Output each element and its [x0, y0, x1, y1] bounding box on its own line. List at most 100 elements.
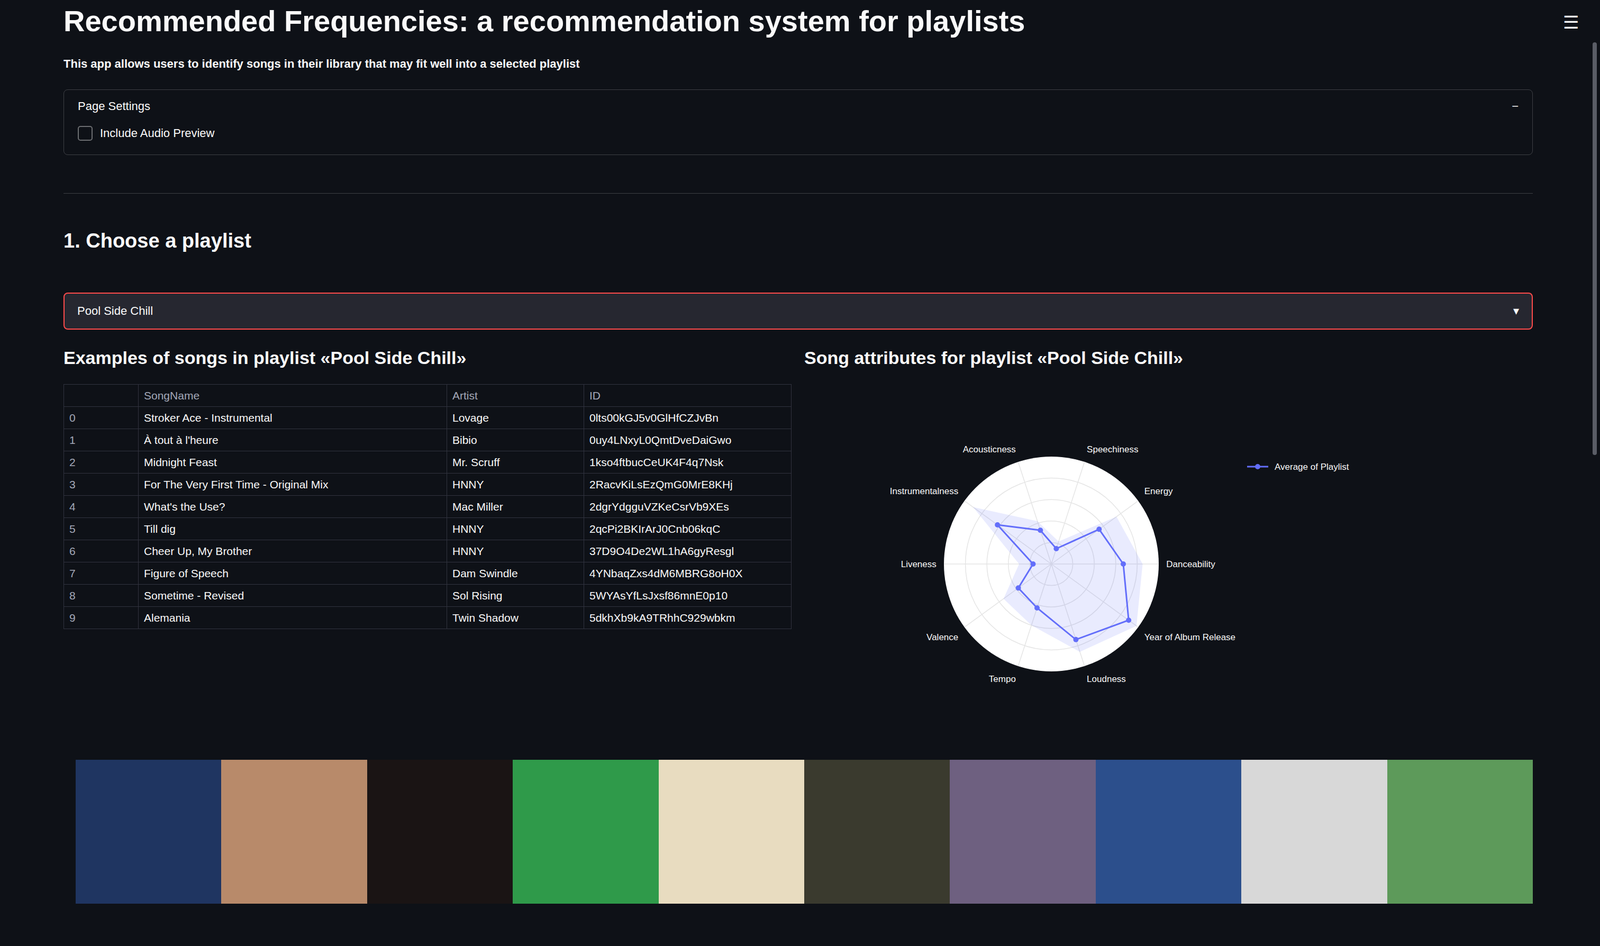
table-cell: Dam Swindle	[447, 562, 585, 585]
scrollbar[interactable]	[1592, 42, 1597, 456]
axis-label: Tempo	[988, 674, 1016, 685]
table-row[interactable]: 9AlemaniaTwin Shadow5dkhXb9kA9TRhhC929wb…	[64, 606, 792, 630]
radar-chart: Acousticness Speechiness Energy Danceabilit…	[804, 373, 1533, 744]
series-point[interactable]	[1125, 617, 1132, 624]
legend-item[interactable]: Average of Playlist	[1247, 461, 1350, 472]
table-cell: 37D9O4De2WL1hA6gyResgl	[584, 540, 792, 563]
table-cell: 8	[64, 584, 139, 607]
legend-marker-icon	[1255, 464, 1261, 470]
axis-label: Instrumentalness	[889, 486, 959, 497]
axis-label: Energy	[1144, 486, 1174, 497]
checkbox-label: Include Audio Preview	[100, 126, 215, 141]
table-cell: 0	[64, 406, 139, 430]
album-cover	[367, 759, 513, 904]
column-header[interactable]: SongName	[138, 384, 448, 407]
series-point[interactable]	[1030, 561, 1036, 567]
album-cover	[949, 759, 1096, 904]
table-cell: 2qcPi2BKIrArJ0Cnb06kqC	[584, 517, 792, 541]
series-point[interactable]	[1034, 605, 1040, 611]
table-column: Examples of songs in playlist «Pool Side…	[63, 347, 792, 744]
audio-preview-checkbox[interactable]: Include Audio Preview	[77, 125, 1519, 141]
menu-button[interactable]: ☰	[1562, 11, 1579, 33]
axis-label: Speechiness	[1086, 444, 1139, 456]
table-row[interactable]: 2Midnight FeastMr. Scruff1kso4ftbucCeUK4…	[64, 451, 792, 474]
page: ☰ Recommended Frequencies: a recommendati…	[0, 0, 1600, 946]
spread-area	[973, 507, 1143, 652]
table-cell: 0lts00kGJ5v0GlHfCZJvBn	[584, 406, 792, 430]
app-subtitle: This app allows users to identify songs …	[63, 56, 1533, 72]
chart-heading: Song attributes for playlist «Pool Side …	[804, 347, 1533, 369]
table-cell: 4	[64, 495, 139, 518]
series-point[interactable]	[1120, 561, 1126, 567]
axis-label: Loudness	[1086, 674, 1126, 685]
table-cell: 2RacvKiLsEzQmG0MrE8KHj	[584, 473, 792, 496]
legend-label: Average of Playlist	[1274, 461, 1350, 472]
table-cell: 5WYAsYfLsJxsf86mnE0p10	[584, 584, 792, 607]
column-header[interactable]: ID	[584, 384, 792, 407]
series-point[interactable]	[994, 522, 1000, 528]
table-row[interactable]: 4What's the Use?Mac Miller2dgrYdgguVZKeC…	[64, 495, 792, 518]
table-cell: Figure of Speech	[138, 562, 448, 585]
series-point[interactable]	[1053, 546, 1059, 552]
table-cell: À tout à l'heure	[138, 429, 448, 452]
table-cell: 4YNbaqZxs4dM6MBRG8oH0X	[584, 562, 792, 585]
app-title: Recommended Frequencies: a recommendatio…	[63, 2, 1533, 41]
series	[994, 522, 1132, 643]
table-row[interactable]: 5Till digHNNY2qcPi2BKIrArJ0Cnb06kqC	[64, 517, 792, 541]
table-cell: Mac Miller	[447, 495, 585, 518]
table-cell: 5dkhXb9kA9TRhhC929wbkm	[584, 606, 792, 630]
songs-table: SongNameArtistID0Stroker Ace - Instrumen…	[63, 384, 792, 630]
columns: Examples of songs in playlist «Pool Side…	[63, 347, 1533, 744]
album-cover	[1095, 759, 1242, 904]
select-arrow: ▾	[1513, 304, 1520, 318]
table-row[interactable]: 6Cheer Up, My BrotherHNNY37D9O4De2WL1hA6…	[64, 540, 792, 563]
table-row[interactable]: 7Figure of SpeechDam Swindle4YNbaqZxs4dM…	[64, 562, 792, 585]
polar-area	[943, 456, 1159, 672]
table-cell: Sometime - Revised	[138, 584, 448, 607]
expander-label: Page Settings	[77, 99, 151, 114]
series-point[interactable]	[1015, 585, 1022, 592]
album-cover	[75, 759, 222, 904]
table-cell: 1	[64, 429, 139, 452]
album-covers	[75, 759, 1533, 904]
table-cell: 2dgrYdgguVZKeCsrVb9XEs	[584, 495, 792, 518]
series-point[interactable]	[1073, 637, 1079, 643]
table-cell: HNNY	[447, 473, 585, 496]
table-row[interactable]: 1À tout à l'heureBibio0uy4LNxyL0QmtDveDa…	[64, 429, 792, 452]
table-cell: Bibio	[447, 429, 585, 452]
axis-label: Liveness	[901, 559, 937, 570]
table-cell: Mr. Scruff	[447, 451, 585, 474]
table-cell: For The Very First Time - Original Mix	[138, 473, 448, 496]
expander-header[interactable]: Page Settings −	[77, 99, 1519, 114]
table-cell: Alemania	[138, 606, 448, 630]
table-cell: Midnight Feast	[138, 451, 448, 474]
album-cover	[1241, 759, 1387, 904]
table-cell: 9	[64, 606, 139, 630]
table-heading: Examples of songs in playlist «Pool Side…	[63, 347, 792, 369]
axis-label: Acousticness	[962, 444, 1016, 456]
table-cell: 7	[64, 562, 139, 585]
table-cell: 5	[64, 517, 139, 541]
table-cell: HNNY	[447, 517, 585, 541]
series-point[interactable]	[1096, 526, 1102, 533]
table-row[interactable]: 3For The Very First Time - Original MixH…	[64, 473, 792, 496]
series-point[interactable]	[1037, 528, 1043, 534]
table-cell: HNNY	[447, 540, 585, 563]
table-cell: 6	[64, 540, 139, 563]
table-cell: 3	[64, 473, 139, 496]
column-header[interactable]: Artist	[447, 384, 585, 407]
column-header[interactable]	[64, 384, 139, 407]
table-header-row: SongNameArtistID	[64, 384, 792, 407]
table-cell: 1kso4ftbucCeUK4F4q7Nsk	[584, 451, 792, 474]
table-cell: Stroker Ace - Instrumental	[138, 406, 448, 430]
table-row[interactable]: 0Stroker Ace - InstrumentalLovage0lts00k…	[64, 406, 792, 430]
divider	[63, 193, 1533, 194]
table-cell: Till dig	[138, 517, 448, 541]
axis-label: Danceability	[1166, 559, 1216, 570]
collapse-toggle[interactable]: −	[1511, 99, 1519, 114]
checkbox-box[interactable]	[77, 125, 93, 141]
album-cover	[658, 759, 805, 904]
settings-expander: Page Settings − Include Audio Preview	[63, 89, 1533, 156]
playlist-select[interactable]: Pool Side Chill▾	[63, 292, 1533, 330]
table-row[interactable]: 8Sometime - RevisedSol Rising5WYAsYfLsJx…	[64, 584, 792, 607]
